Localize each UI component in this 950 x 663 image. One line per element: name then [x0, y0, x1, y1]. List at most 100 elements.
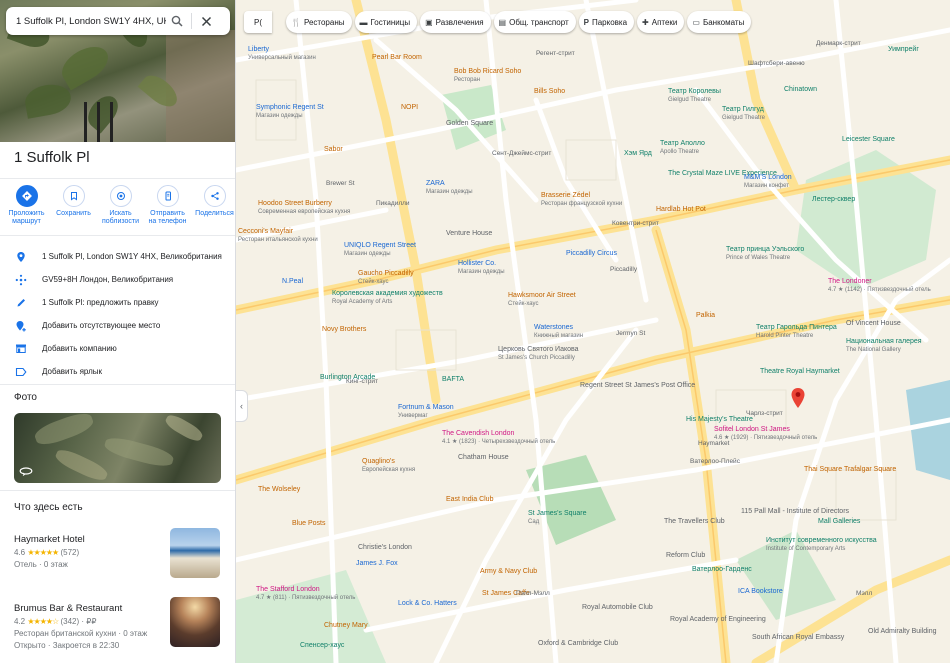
map-poi-label[interactable]: The Travellers Club	[664, 518, 725, 526]
collapse-panel-button[interactable]: ‹	[236, 390, 248, 422]
map-poi-label[interactable]: ZARA Магазин одежды	[426, 180, 473, 196]
map-poi-label[interactable]: Церковь Святого Иакова St James's Church …	[498, 346, 579, 362]
add-business-row[interactable]: Добавить компанию	[0, 337, 235, 360]
map-poi-label[interactable]: Sabor	[324, 146, 343, 154]
map-poi-label[interactable]: St James's Square Сад	[528, 510, 587, 526]
street-view-photo[interactable]	[14, 413, 221, 483]
map-poi-label[interactable]: Piccadilly Circus	[566, 250, 617, 258]
map-poi-label[interactable]: Symphonic Regent St Магазин одежды	[256, 104, 324, 120]
map-poi-label[interactable]: Palkia	[696, 312, 715, 320]
map-poi-label[interactable]: Театр Аполло Apollo Theatre	[660, 140, 705, 156]
map-poi-label[interactable]: The Londoner 4.7 ★ (1142) · Пятизвездочны…	[828, 278, 931, 294]
map-poi-label[interactable]: Hardlab Hot Pot	[656, 206, 706, 214]
map-poi-label[interactable]: UNIQLO Regent Street Магазин одежды	[344, 242, 416, 258]
map-poi-label[interactable]: 115 Pall Mall - Institute of Directors	[741, 508, 849, 516]
chip-restaurants[interactable]: 🍴 Рестораны	[286, 11, 352, 33]
map-canvas[interactable]: Р( 🍴 Рестораны ▬ Гостиницы ▣ Развлечения ▤ О…	[236, 0, 950, 663]
map-poi-label[interactable]: Chutney Mary	[324, 622, 368, 630]
map-poi-label[interactable]: Pearl Bar Room	[372, 54, 422, 62]
map-poi-label[interactable]: ICA Bookstore	[738, 588, 783, 596]
map-poi-label[interactable]: Chatham House	[458, 454, 509, 462]
chip-parking[interactable]: P Парковка	[578, 11, 635, 33]
search-input[interactable]	[16, 15, 166, 27]
map-poi-label[interactable]: Regent Street St James's Post Office	[580, 382, 695, 390]
map-poi-label[interactable]: Hawksmoor Air Street Стейк-хаус	[508, 292, 576, 308]
panorama-360-icon[interactable]	[18, 463, 34, 479]
chip-entertainment[interactable]: ▣ Развлечения	[420, 11, 491, 33]
add-place-row[interactable]: Добавить отсутствующее место	[0, 314, 235, 337]
map-poi-label[interactable]: M&M'S London Магазин конфет	[744, 174, 792, 190]
map-poi-label[interactable]: Army & Navy Club	[480, 568, 537, 576]
chip-atms[interactable]: ▭ Банкоматы	[687, 11, 752, 33]
search-icon[interactable]	[166, 10, 188, 32]
map-poi-label[interactable]: Fortnum & Mason Универмаг	[398, 404, 454, 420]
map-poi-label[interactable]: Уимпрейг	[888, 46, 919, 54]
map-poi-label[interactable]: Chinatown	[784, 86, 817, 94]
map-poi-label[interactable]: Театр Гилгуд Gielgud Theatre	[722, 106, 765, 122]
map-poi-label[interactable]: South African Royal Embassy	[752, 634, 844, 642]
map-poi-label[interactable]: Quaglino's Европейская кухня	[362, 458, 415, 474]
send-to-phone-button[interactable]: Отправить на телефон	[147, 185, 188, 235]
map-poi-label[interactable]: Театр Королевы Gielgud Theatre	[668, 88, 721, 104]
map-poi-label[interactable]: Hoodoo Street Burberry Современная европе…	[258, 200, 350, 216]
poi-thumbnail[interactable]	[170, 597, 220, 647]
map-poi-label[interactable]: East India Club	[446, 496, 493, 504]
map-poi-label[interactable]: Национальная галерея The National Gallery	[846, 338, 922, 354]
map-poi-label[interactable]: Театр принца Уэльского Prince of Wales Th…	[726, 246, 804, 262]
map-poi-label[interactable]: Bills Soho	[534, 88, 565, 96]
map-poi-label[interactable]: Christie's London	[358, 544, 412, 552]
map-poi-label[interactable]: Leicester Square	[842, 136, 895, 144]
map-poi-label[interactable]: Royal Automobile Club	[582, 604, 653, 612]
map-poi-label[interactable]: Cecconi's Mayfair Ресторан итальянской ку…	[238, 228, 318, 244]
map-poi-label[interactable]: Лестер-сквер	[812, 196, 855, 204]
map-poi-label[interactable]: Спенсер-хаус	[300, 642, 344, 650]
map-layers-button[interactable]: Р(	[244, 11, 272, 33]
map-poi-label[interactable]: Liberty Универсальный магазин	[248, 46, 316, 62]
close-icon[interactable]	[195, 10, 217, 32]
map-poi-label[interactable]: Theatre Royal Haymarket	[760, 368, 840, 376]
map-poi-label[interactable]: Golden Square	[446, 120, 493, 128]
map-poi-label[interactable]: James J. Fox	[356, 560, 398, 568]
map-poi-label[interactable]: Королевская академия художеств Royal Acad…	[332, 290, 443, 306]
chip-hotels[interactable]: ▬ Гостиницы	[354, 11, 418, 33]
map-poi-label[interactable]: The Wolseley	[258, 486, 300, 494]
map-poi-label[interactable]: Royal Academy of Engineering	[670, 616, 766, 624]
save-button[interactable]: Сохранить	[53, 185, 94, 235]
map-poi-label[interactable]: Old Admiralty Building	[868, 628, 936, 636]
map-poi-label[interactable]: The Cavendish London 4.1 ★ (1823) · Четыр…	[442, 430, 555, 446]
poi-thumbnail[interactable]	[170, 528, 220, 578]
map-poi-label[interactable]: Ватерлоо-Гарденс	[692, 566, 752, 574]
map-poi-label[interactable]: NOPI	[401, 104, 418, 112]
map-poi-label[interactable]: Lock & Co. Hatters	[398, 600, 457, 608]
map-poi-label[interactable]: Blue Posts	[292, 520, 325, 528]
map-poi-label[interactable]: Sofitel London St James 4.6 ★ (1929) · Пя…	[714, 426, 817, 442]
map-poi-label[interactable]: Of Vincent House	[846, 320, 901, 328]
map-poi-label[interactable]: Gaucho Piccadilly Стейк-хаус	[358, 270, 414, 286]
plus-code-row[interactable]: GV59+8H Лондон, Великобритания	[0, 268, 235, 291]
map-poi-label[interactable]: Venture House	[446, 230, 492, 238]
map-poi-label[interactable]: His Majesty's Theatre	[686, 416, 753, 424]
add-label-row[interactable]: Добавить ярлык	[0, 360, 235, 383]
nearby-button[interactable]: Искать поблизости	[100, 185, 141, 235]
map-poi-label[interactable]: Mall Galleries	[818, 518, 860, 526]
list-item[interactable]: Brumus Bar & Restaurant 4.2 ★★★★☆ (342) …	[14, 597, 226, 650]
map-poi-label[interactable]: Bob Bob Ricard Soho Ресторан	[454, 68, 521, 84]
directions-button[interactable]: Проложить маршрут	[6, 185, 47, 235]
map-poi-label[interactable]: Brasserie Zédel Ресторан французской кухн…	[541, 192, 622, 208]
map-poi-label[interactable]: Novy Brothers	[322, 326, 366, 334]
map-poi-label[interactable]: Институт современного искусства Institute…	[766, 537, 877, 553]
map-poi-label[interactable]: Хэм Ярд	[624, 150, 652, 158]
map-poi-label[interactable]: N.Peal	[282, 278, 303, 286]
share-button[interactable]: Поделиться	[194, 185, 235, 235]
search-box[interactable]	[6, 7, 230, 35]
map-poi-label[interactable]: BAFTA	[442, 376, 464, 384]
chip-pharmacies[interactable]: ✚ Аптеки	[637, 11, 685, 33]
address-row[interactable]: 1 Suffolk Pl, London SW1Y 4HX, Великобри…	[0, 245, 235, 268]
suggest-edit-row[interactable]: 1 Suffolk Pl: предложить правку	[0, 291, 235, 314]
chip-transit[interactable]: ▤ Общ. транспорт	[493, 11, 576, 33]
map-poi-label[interactable]: Hollister Co. Магазин одежды	[458, 260, 505, 276]
map-poi-label[interactable]: Waterstones Книжный магазин	[534, 324, 583, 340]
map-poi-label[interactable]: Oxford & Cambridge Club	[538, 640, 618, 648]
map-poi-label[interactable]: Thai Square Trafalgar Square	[804, 466, 896, 474]
map-poi-label[interactable]: The Stafford London 4.7 ★ (811) · Пятизве…	[256, 586, 355, 602]
